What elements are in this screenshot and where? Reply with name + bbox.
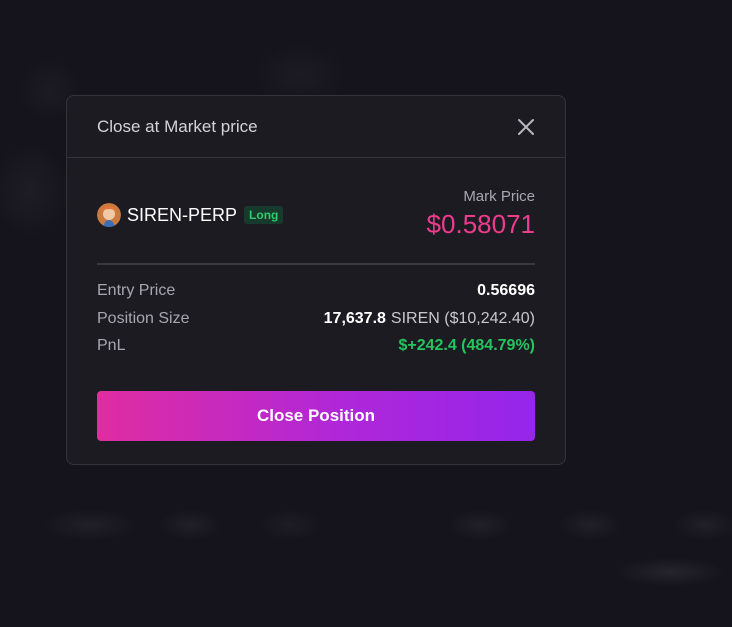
close-position-modal: Close at Market price SIREN-PERP Long Ma… bbox=[66, 95, 566, 465]
close-icon[interactable] bbox=[517, 118, 535, 136]
detail-value: 17,637.8 bbox=[323, 309, 386, 327]
side-badge: Long bbox=[244, 206, 284, 224]
mark-price-label: Mark Price bbox=[463, 188, 535, 205]
detail-label: PnL bbox=[97, 337, 126, 354]
detail-label: Entry Price bbox=[97, 282, 176, 299]
detail-row-entry-price: Entry Price 0.56696 bbox=[97, 282, 535, 310]
token-avatar-icon bbox=[97, 203, 121, 227]
position-details: Entry Price 0.56696 Position Size 17,637… bbox=[97, 282, 535, 365]
asset-info: SIREN-PERP Long bbox=[97, 203, 284, 227]
detail-value-group: 17,637.8 SIREN ($10,242.40) bbox=[324, 310, 535, 328]
market-symbol: SIREN-PERP bbox=[127, 204, 238, 225]
modal-header: Close at Market price bbox=[67, 96, 565, 158]
detail-label: Position Size bbox=[97, 309, 190, 327]
detail-row-position-size: Position Size 17,637.8 SIREN ($10,242.40) bbox=[97, 310, 535, 338]
mark-price-value: $0.58071 bbox=[426, 209, 535, 239]
close-position-button[interactable]: Close Position bbox=[97, 391, 535, 441]
pnl-value: $+242.4 (484.79%) bbox=[398, 337, 535, 354]
detail-value: 0.56696 bbox=[477, 282, 535, 299]
market-summary: SIREN-PERP Long Mark Price $0.58071 bbox=[97, 158, 535, 265]
detail-row-pnl: PnL $+242.4 (484.79%) bbox=[97, 337, 535, 365]
modal-body: SIREN-PERP Long Mark Price $0.58071 Entr… bbox=[97, 158, 535, 354]
modal-title: Close at Market price bbox=[97, 117, 258, 136]
detail-sub-value: SIREN ($10,242.40) bbox=[390, 309, 535, 327]
